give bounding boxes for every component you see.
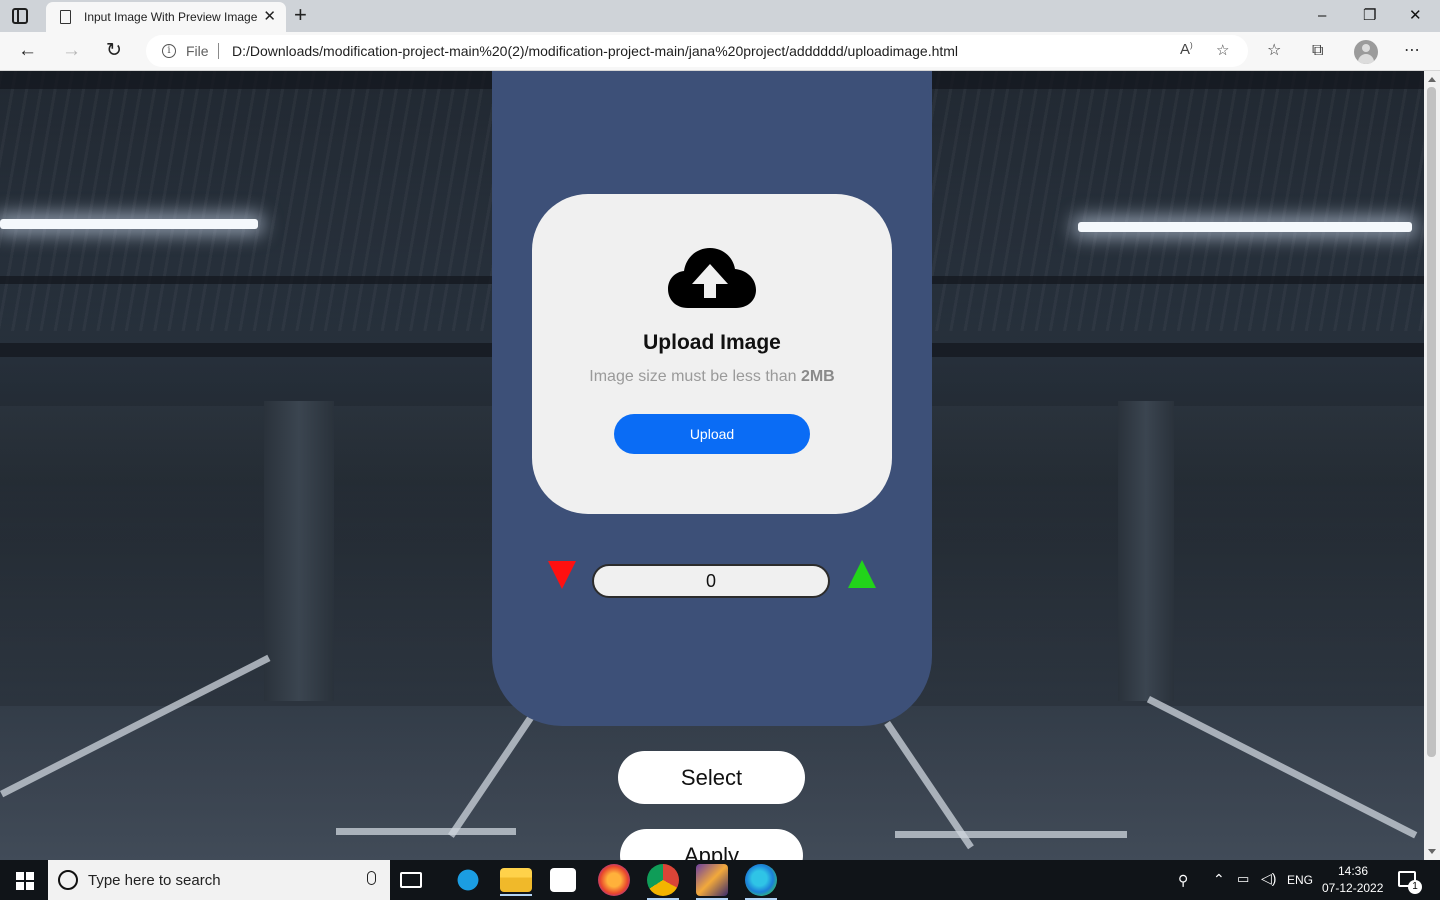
page-scrollbar[interactable] bbox=[1424, 71, 1440, 860]
upload-panel: Upload Image Image size must be less tha… bbox=[492, 71, 932, 726]
language-indicator[interactable]: ENG bbox=[1287, 873, 1313, 887]
firefox-icon[interactable] bbox=[598, 864, 630, 896]
upload-size-hint: Image size must be less than 2MB bbox=[589, 368, 835, 385]
counter-display[interactable]: 0 bbox=[592, 564, 830, 598]
decrement-arrow-icon[interactable] bbox=[548, 561, 576, 589]
add-favorite-icon[interactable]: ☆ bbox=[1216, 41, 1229, 59]
floor-marking bbox=[448, 709, 538, 838]
scroll-thumb[interactable] bbox=[1427, 87, 1436, 757]
info-icon[interactable]: i bbox=[162, 44, 176, 58]
close-window-button[interactable]: ✕ bbox=[1409, 6, 1422, 26]
select-button[interactable]: Select bbox=[618, 751, 805, 804]
upload-title: Upload Image bbox=[643, 331, 781, 354]
url-text[interactable]: D:/Downloads/modification-project-main%2… bbox=[232, 43, 958, 59]
clock-date[interactable]: 07-12-2022 bbox=[1322, 881, 1383, 895]
profile-avatar[interactable] bbox=[1354, 40, 1378, 64]
background-pillar bbox=[1118, 401, 1174, 701]
back-button[interactable]: ← bbox=[18, 38, 37, 64]
favorites-icon[interactable]: ☆ bbox=[1267, 40, 1281, 62]
browser-toolbar: ← → ↻ i File D:/Downloads/modification-p… bbox=[0, 32, 1440, 71]
refresh-button[interactable]: ↻ bbox=[106, 38, 122, 64]
page-viewport: Upload Image Image size must be less tha… bbox=[0, 71, 1424, 860]
file-explorer-icon[interactable] bbox=[500, 868, 532, 896]
volume-icon[interactable]: ◁) bbox=[1261, 870, 1276, 887]
apply-button[interactable]: Apply bbox=[620, 829, 803, 860]
tray-expand-icon[interactable]: ⌃ bbox=[1213, 871, 1225, 888]
chrome-icon[interactable] bbox=[647, 864, 679, 900]
upload-dropzone[interactable]: Upload Image Image size must be less tha… bbox=[532, 194, 892, 514]
microphone-icon[interactable] bbox=[367, 871, 376, 885]
taskbar-search-box[interactable]: Type here to search bbox=[48, 860, 390, 900]
tab-close-icon[interactable]: ✕ bbox=[263, 7, 276, 25]
tab-actions-icon[interactable] bbox=[12, 8, 28, 24]
more-menu-icon[interactable]: ⋯ bbox=[1404, 40, 1420, 62]
task-view-icon[interactable] bbox=[400, 872, 422, 888]
game-app-icon[interactable] bbox=[696, 864, 728, 900]
cloud-upload-icon bbox=[668, 248, 756, 308]
edge-icon[interactable] bbox=[745, 864, 777, 900]
notification-count-badge: 1 bbox=[1408, 880, 1422, 894]
clock-time[interactable]: 14:36 bbox=[1338, 864, 1368, 878]
tab-title: Input Image With Preview Image bbox=[84, 10, 258, 24]
people-icon[interactable]: ⚲ bbox=[1178, 872, 1188, 889]
restore-button[interactable]: ❐ bbox=[1363, 6, 1376, 26]
forward-button[interactable]: → bbox=[62, 38, 81, 64]
cortana-icon bbox=[58, 870, 78, 890]
increment-arrow-icon[interactable] bbox=[848, 560, 876, 588]
collections-icon[interactable]: ⧉ bbox=[1312, 40, 1323, 62]
upload-button[interactable]: Upload bbox=[614, 414, 810, 454]
browser-tab[interactable]: Input Image With Preview Image ✕ bbox=[46, 2, 286, 32]
windows-taskbar: Type here to search ⚲ ⌃ ▭ ◁) ENG 14:36 0… bbox=[0, 860, 1440, 900]
floor-marking bbox=[895, 831, 1127, 838]
internet-explorer-icon[interactable] bbox=[452, 864, 484, 896]
address-separator bbox=[218, 43, 219, 59]
taskbar-search-placeholder: Type here to search bbox=[88, 872, 221, 889]
network-icon[interactable]: ▭ bbox=[1237, 871, 1249, 887]
new-tab-button[interactable]: + bbox=[294, 2, 307, 28]
floor-marking bbox=[336, 828, 516, 835]
minimize-button[interactable]: – bbox=[1318, 6, 1326, 26]
address-bar[interactable]: i File D:/Downloads/modification-project… bbox=[146, 35, 1248, 67]
address-scheme-label: File bbox=[186, 43, 209, 59]
page-icon bbox=[60, 10, 71, 24]
scroll-up-arrow-icon[interactable] bbox=[1428, 77, 1436, 82]
scroll-down-arrow-icon[interactable] bbox=[1428, 849, 1436, 854]
background-light bbox=[1078, 222, 1412, 232]
floor-marking bbox=[1146, 696, 1418, 839]
browser-tab-bar: Input Image With Preview Image ✕ + – ❐ ✕ bbox=[0, 0, 1440, 32]
microsoft-store-icon[interactable] bbox=[550, 868, 576, 892]
size-limit: 2MB bbox=[800, 368, 835, 385]
windows-start-icon[interactable] bbox=[16, 872, 34, 890]
read-aloud-icon[interactable]: A) bbox=[1180, 41, 1193, 58]
background-pillar bbox=[264, 401, 334, 701]
background-light bbox=[0, 219, 258, 229]
